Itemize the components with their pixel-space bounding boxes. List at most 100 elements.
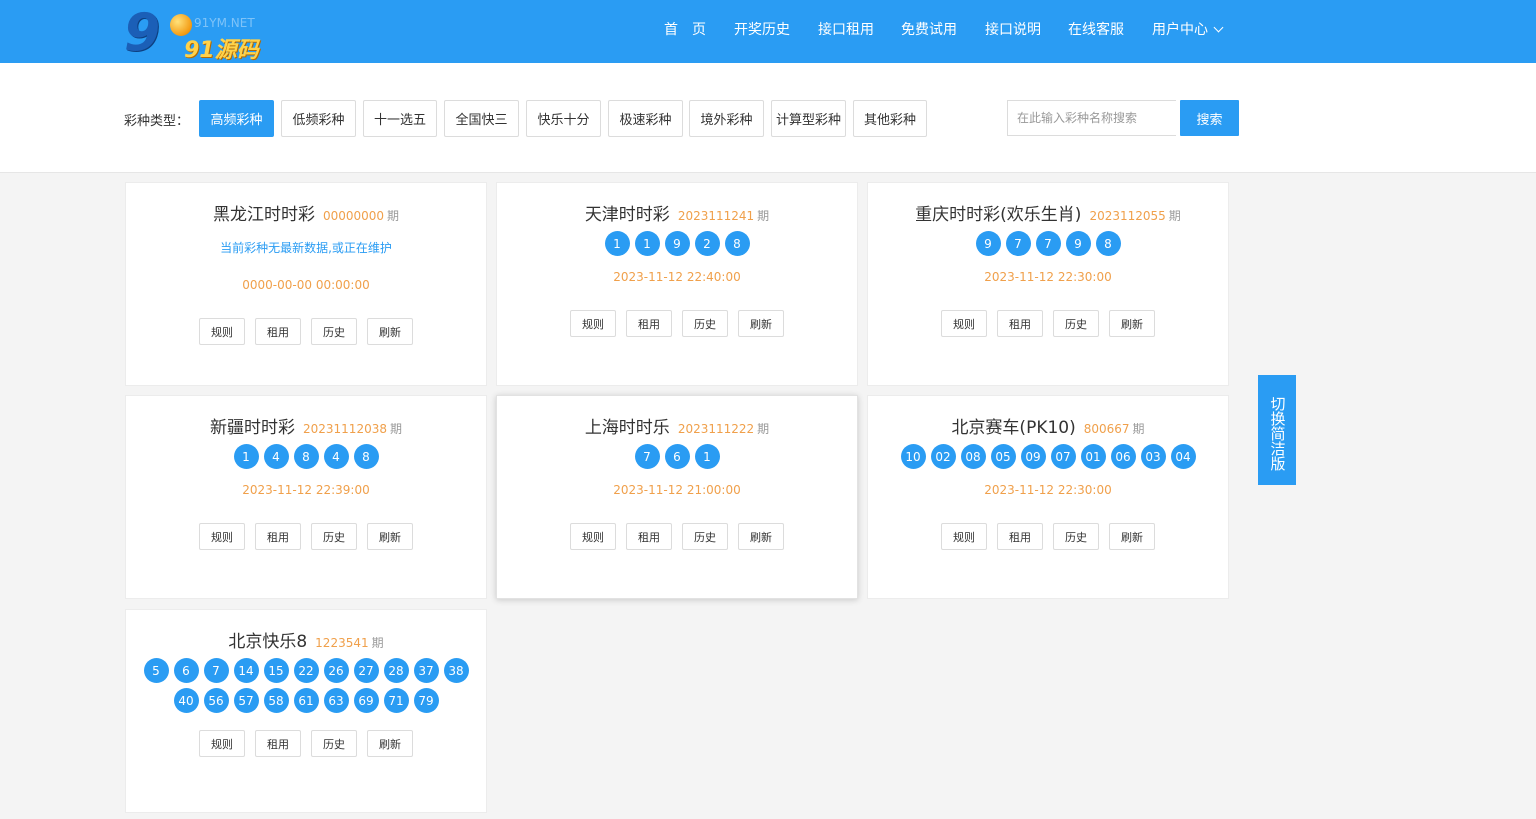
category-high-freq[interactable]: 高频彩种 bbox=[199, 100, 274, 137]
nav-home[interactable]: 首 页 bbox=[664, 21, 706, 39]
refresh-button[interactable]: 刷新 bbox=[367, 730, 413, 757]
card-actions: 规则 租用 历史 刷新 bbox=[868, 310, 1228, 337]
lottery-card: 重庆时时彩(欢乐生肖) 2023112055 期 97798 2023-11-12 … bbox=[867, 182, 1229, 386]
category-computed[interactable]: 计算型彩种 bbox=[771, 100, 846, 137]
rent-button[interactable]: 租用 bbox=[626, 523, 672, 550]
category-filter-bar: 彩种类型： 高频彩种 低频彩种 十一选五 全国快三 快乐十分 极速彩种 境外彩种… bbox=[0, 63, 1536, 173]
category-k3[interactable]: 全国快三 bbox=[444, 100, 519, 137]
nav-draw-history[interactable]: 开奖历史 bbox=[734, 21, 790, 39]
rules-button[interactable]: 规则 bbox=[941, 310, 987, 337]
rules-button[interactable]: 规则 bbox=[199, 730, 245, 757]
draw-time: 2023-11-12 22:30:00 bbox=[984, 270, 1112, 284]
category-other[interactable]: 其他彩种 bbox=[853, 100, 927, 137]
number-ball: 8 bbox=[724, 231, 750, 256]
lottery-card: 天津时时彩 2023111241 期 11928 2023-11-12 22:40:… bbox=[496, 182, 858, 386]
lottery-name: 重庆时时彩(欢乐生肖) bbox=[915, 205, 1082, 225]
history-button[interactable]: 历史 bbox=[311, 318, 357, 345]
rules-button[interactable]: 规则 bbox=[941, 523, 987, 550]
number-ball: 79 bbox=[413, 688, 439, 713]
search-button[interactable]: 搜索 bbox=[1180, 100, 1239, 136]
nav-online-service[interactable]: 在线客服 bbox=[1068, 21, 1124, 39]
rules-button[interactable]: 规则 bbox=[199, 523, 245, 550]
number-ball: 57 bbox=[233, 688, 259, 713]
number-ball: 28 bbox=[383, 658, 409, 683]
issue-number: 2023112055 bbox=[1089, 209, 1166, 223]
top-header: 9 91YM.NET 91源码 首 页 开奖历史 接口租用 免费试用 接口说明 … bbox=[0, 0, 1536, 63]
logo-site-text: 91YM.NET bbox=[194, 16, 255, 30]
lottery-name: 北京快乐8 bbox=[228, 632, 308, 652]
number-ball: 37 bbox=[413, 658, 439, 683]
nav-api-docs[interactable]: 接口说明 bbox=[985, 21, 1041, 39]
issue-number: 800667 bbox=[1083, 422, 1130, 436]
number-ball: 7 bbox=[203, 658, 229, 683]
lottery-card: 新疆时时彩 20231112038 期 14848 2023-11-12 22:39… bbox=[125, 395, 487, 599]
refresh-button[interactable]: 刷新 bbox=[738, 310, 784, 337]
number-ball: 7 bbox=[634, 444, 660, 469]
number-ball: 5 bbox=[143, 658, 169, 683]
number-ball: 01 bbox=[1080, 444, 1106, 469]
rent-button[interactable]: 租用 bbox=[255, 730, 301, 757]
rent-button[interactable]: 租用 bbox=[255, 318, 301, 345]
site-logo[interactable]: 9 91YM.NET 91源码 bbox=[124, 3, 276, 63]
category-happy10[interactable]: 快乐十分 bbox=[526, 100, 601, 137]
number-ball: 05 bbox=[990, 444, 1016, 469]
number-ball: 26 bbox=[323, 658, 349, 683]
issue-number: 2023111222 bbox=[677, 422, 755, 436]
nav-api-rent[interactable]: 接口租用 bbox=[818, 21, 874, 39]
lottery-card: 黑龙江时时彩 00000000 期 当前彩种无最新数据,或正在维护 0000-00-… bbox=[125, 182, 487, 386]
number-ball: 38 bbox=[443, 658, 469, 683]
history-button[interactable]: 历史 bbox=[311, 730, 357, 757]
draw-balls: 10 02 08 05 09 07 01 06 03 04 bbox=[868, 444, 1228, 469]
refresh-button[interactable]: 刷新 bbox=[1109, 310, 1155, 337]
number-ball: 9 bbox=[975, 231, 1001, 256]
refresh-button[interactable]: 刷新 bbox=[367, 318, 413, 345]
card-actions: 规则 租用 历史 刷新 bbox=[126, 730, 486, 757]
issue-suffix: 期 bbox=[1168, 209, 1181, 223]
history-button[interactable]: 历史 bbox=[1053, 310, 1099, 337]
history-button[interactable]: 历史 bbox=[682, 310, 728, 337]
number-ball: 6 bbox=[173, 658, 199, 683]
switch-simple-version-tab[interactable]: 切换简洁版 bbox=[1258, 375, 1296, 485]
category-overseas[interactable]: 境外彩种 bbox=[689, 100, 764, 137]
rules-button[interactable]: 规则 bbox=[570, 523, 616, 550]
draw-time: 2023-11-12 22:40:00 bbox=[613, 270, 741, 284]
number-ball: 02 bbox=[930, 444, 956, 469]
logo-nine-glyph: 9 bbox=[124, 3, 161, 63]
category-11x5[interactable]: 十一选五 bbox=[363, 100, 437, 137]
card-actions: 规则 租用 历史 刷新 bbox=[497, 523, 857, 550]
number-ball: 10 bbox=[900, 444, 926, 469]
lottery-name: 北京赛车(PK10) bbox=[951, 418, 1076, 438]
nav-free-trial[interactable]: 免费试用 bbox=[901, 21, 957, 39]
issue-suffix: 期 bbox=[389, 422, 402, 436]
issue-suffix: 期 bbox=[757, 422, 770, 436]
number-ball: 06 bbox=[1110, 444, 1136, 469]
category-low-freq[interactable]: 低频彩种 bbox=[281, 100, 356, 137]
chevron-down-icon bbox=[1213, 22, 1224, 33]
number-ball: 07 bbox=[1050, 444, 1076, 469]
history-button[interactable]: 历史 bbox=[311, 523, 357, 550]
nav-user-center[interactable]: 用户中心 bbox=[1152, 21, 1224, 39]
history-button[interactable]: 历史 bbox=[682, 523, 728, 550]
rent-button[interactable]: 租用 bbox=[997, 310, 1043, 337]
number-ball: 71 bbox=[383, 688, 409, 713]
issue-number: 20231112038 bbox=[303, 422, 387, 436]
history-button[interactable]: 历史 bbox=[1053, 523, 1099, 550]
nav-user-center-label: 用户中心 bbox=[1152, 22, 1208, 38]
rules-button[interactable]: 规则 bbox=[199, 318, 245, 345]
number-ball: 1 bbox=[604, 231, 630, 256]
lottery-name: 上海时时乐 bbox=[584, 418, 670, 438]
refresh-button[interactable]: 刷新 bbox=[367, 523, 413, 550]
refresh-button[interactable]: 刷新 bbox=[1109, 523, 1155, 550]
category-fast[interactable]: 极速彩种 bbox=[608, 100, 683, 137]
rent-button[interactable]: 租用 bbox=[255, 523, 301, 550]
card-actions: 规则 租用 历史 刷新 bbox=[497, 310, 857, 337]
rent-button[interactable]: 租用 bbox=[997, 523, 1043, 550]
issue-suffix: 期 bbox=[371, 636, 384, 650]
rules-button[interactable]: 规则 bbox=[570, 310, 616, 337]
refresh-button[interactable]: 刷新 bbox=[738, 523, 784, 550]
lottery-name: 黑龙江时时彩 bbox=[212, 205, 315, 225]
card-actions: 规则 租用 历史 刷新 bbox=[126, 318, 486, 345]
card-title: 北京快乐8 1223541 期 bbox=[126, 627, 486, 652]
rent-button[interactable]: 租用 bbox=[626, 310, 672, 337]
lottery-search-input[interactable] bbox=[1007, 100, 1176, 136]
